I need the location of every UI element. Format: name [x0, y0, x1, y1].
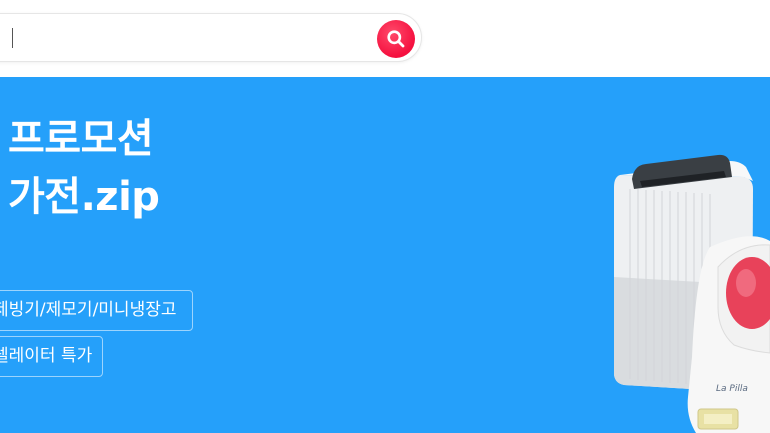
- text-cursor: [12, 28, 13, 48]
- banner-headline: 프로모션 가전.zip: [8, 110, 160, 226]
- category-chip-ice-maker[interactable]: 제빙기/제모기/미니냉장고: [0, 290, 193, 331]
- search-button[interactable]: [377, 20, 415, 58]
- product-brand-text: La Pilla: [716, 384, 748, 394]
- search-bar[interactable]: [0, 13, 422, 62]
- headline-line-1: 프로모션: [8, 116, 154, 162]
- search-input[interactable]: [11, 24, 341, 52]
- product-image: La Pilla: [614, 154, 770, 433]
- page: 프로모션 가전.zip 제빙기/제모기/미니냉장고 렐레이터 특가 La Pil…: [0, 0, 770, 433]
- headline-line-2: 가전.zip: [8, 174, 160, 220]
- search-icon: [387, 30, 405, 48]
- top-header: [0, 0, 770, 77]
- promo-banner[interactable]: 프로모션 가전.zip 제빙기/제모기/미니냉장고 렐레이터 특가 La Pil…: [0, 77, 770, 433]
- category-chip-special-deal[interactable]: 렐레이터 특가: [0, 336, 103, 377]
